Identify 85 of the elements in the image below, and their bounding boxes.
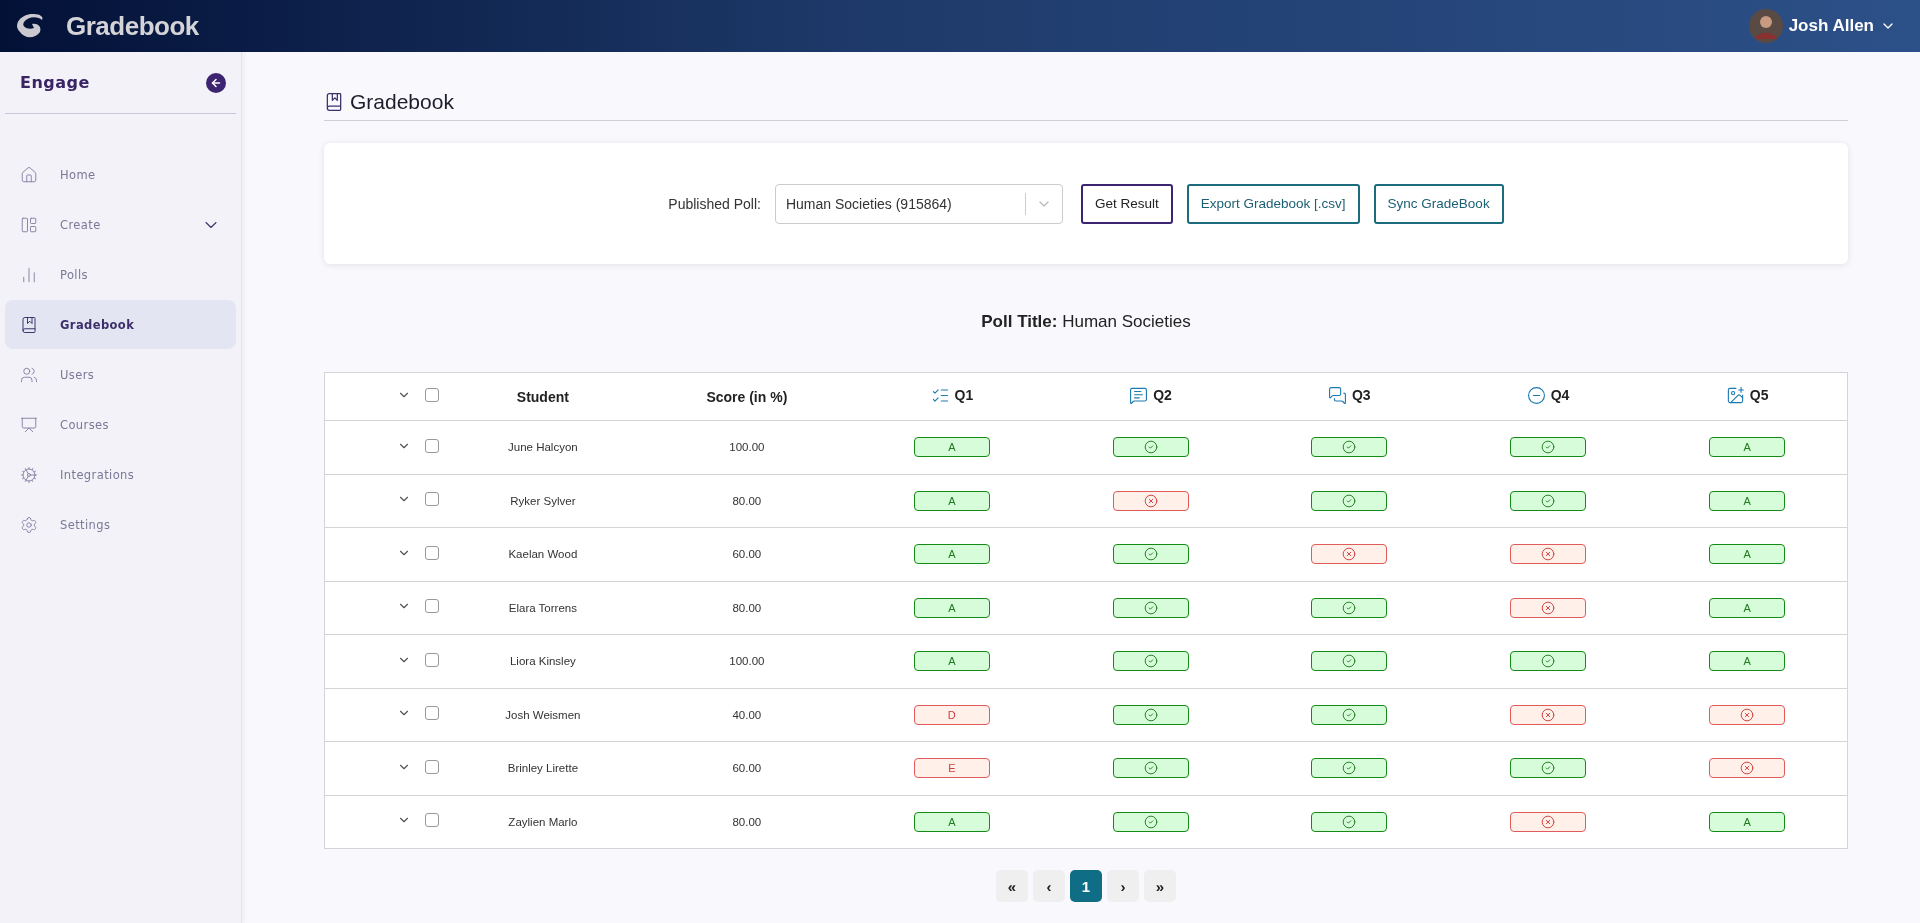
arrow-left-icon: [210, 76, 222, 89]
settings-icon: [20, 515, 38, 534]
column-header: Q4: [1448, 372, 1648, 421]
answer-badge: A: [913, 597, 990, 618]
answer-badge: A: [913, 490, 990, 511]
checkbox[interactable]: [424, 492, 439, 507]
checkbox[interactable]: [424, 706, 439, 721]
pager-button[interactable]: ‹: [1033, 870, 1065, 902]
answer-badge: A: [913, 544, 990, 565]
book-icon: [20, 315, 38, 334]
answer-badge: A: [1709, 544, 1786, 565]
answer-badge: A: [1709, 811, 1786, 832]
answer-badge: A: [1709, 651, 1786, 672]
answer-badge: A: [1709, 597, 1786, 618]
sidebar-item[interactable]: Settings: [5, 500, 236, 549]
student-name: Ryker Sylver: [444, 474, 642, 528]
checkbox[interactable]: [424, 813, 439, 828]
student-name: Brinley Lirette: [444, 741, 642, 795]
checkbox[interactable]: [424, 599, 439, 614]
score: 60.00: [641, 741, 853, 795]
pager-button[interactable]: »: [1144, 870, 1176, 902]
bar-chart-icon: [20, 265, 38, 284]
score: 100.00: [641, 634, 853, 688]
student-name: Liora Kinsley: [444, 634, 642, 688]
column-header: Score (in %): [641, 372, 853, 421]
sidebar-item[interactable]: Users: [5, 350, 236, 399]
users-icon: [20, 365, 38, 384]
column-header: Student: [444, 372, 642, 421]
image-icon: [1725, 385, 1745, 405]
home-icon: [20, 165, 38, 184]
app-title: Gradebook: [66, 10, 199, 42]
message-icon: [1129, 385, 1149, 405]
action-button[interactable]: Sync GradeBook: [1373, 183, 1504, 224]
sidebar-item[interactable]: Create: [5, 200, 236, 249]
collapse-button[interactable]: [206, 72, 226, 93]
student-name: Kaelan Wood: [444, 527, 642, 581]
column-header: Q3: [1249, 372, 1449, 421]
action-button[interactable]: Get Result: [1080, 183, 1173, 224]
sidebar-item[interactable]: Gradebook: [5, 300, 236, 349]
sidebar-item[interactable]: Courses: [5, 400, 236, 449]
student-name: June Halcyon: [444, 420, 642, 474]
answer-badge: E: [913, 758, 990, 779]
cogs-icon: [20, 465, 38, 484]
student-name: Elara Torrens: [444, 581, 642, 635]
page-title: Gradebook: [350, 90, 454, 114]
checkbox[interactable]: [424, 545, 439, 560]
column-header: Q5: [1647, 372, 1848, 421]
score: 40.00: [641, 688, 853, 742]
score: 100.00: [641, 420, 853, 474]
answer-badge: D: [913, 704, 990, 725]
answer-badge: A: [913, 651, 990, 672]
poll-select[interactable]: Human Societies (915864): [774, 183, 1063, 224]
layout-icon: [20, 215, 38, 234]
avatar[interactable]: [1748, 9, 1783, 43]
chat-icon: [1327, 385, 1347, 405]
answer-badge: A: [913, 437, 990, 458]
presentation-icon: [20, 415, 38, 434]
sidebar-item[interactable]: Home: [5, 150, 236, 199]
sidebar-item[interactable]: Integrations: [5, 450, 236, 499]
score: 80.00: [641, 581, 853, 635]
sidebar-item[interactable]: Polls: [5, 250, 236, 299]
page-button[interactable]: 1: [1070, 870, 1102, 902]
checkbox[interactable]: [424, 388, 439, 402]
student-name: Zaylien Marlo: [444, 795, 642, 849]
action-button[interactable]: Export Gradebook [.csv]: [1186, 183, 1360, 224]
score: 60.00: [641, 527, 853, 581]
minus-circle-icon: [1526, 385, 1546, 405]
poll-title: Poll Title: Human Societies: [980, 312, 1192, 332]
pager-button[interactable]: ›: [1107, 870, 1139, 902]
student-name: Josh Weismen: [444, 688, 642, 742]
user-name[interactable]: Josh Allen: [1788, 16, 1874, 36]
checkbox[interactable]: [424, 759, 439, 774]
answer-badge: A: [913, 811, 990, 832]
checkbox[interactable]: [424, 438, 439, 453]
checkbox[interactable]: [424, 652, 439, 667]
book-icon: [324, 92, 344, 112]
sidebar-title: Engage: [20, 73, 90, 92]
score: 80.00: [641, 795, 853, 849]
column-header: Q1: [852, 372, 1052, 421]
column-header: Q2: [1051, 372, 1250, 421]
field-label: Published Poll:: [668, 195, 761, 212]
pager-button[interactable]: «: [996, 870, 1028, 902]
answer-badge: A: [1709, 437, 1786, 458]
answer-badge: A: [1709, 490, 1786, 511]
score: 80.00: [641, 474, 853, 528]
